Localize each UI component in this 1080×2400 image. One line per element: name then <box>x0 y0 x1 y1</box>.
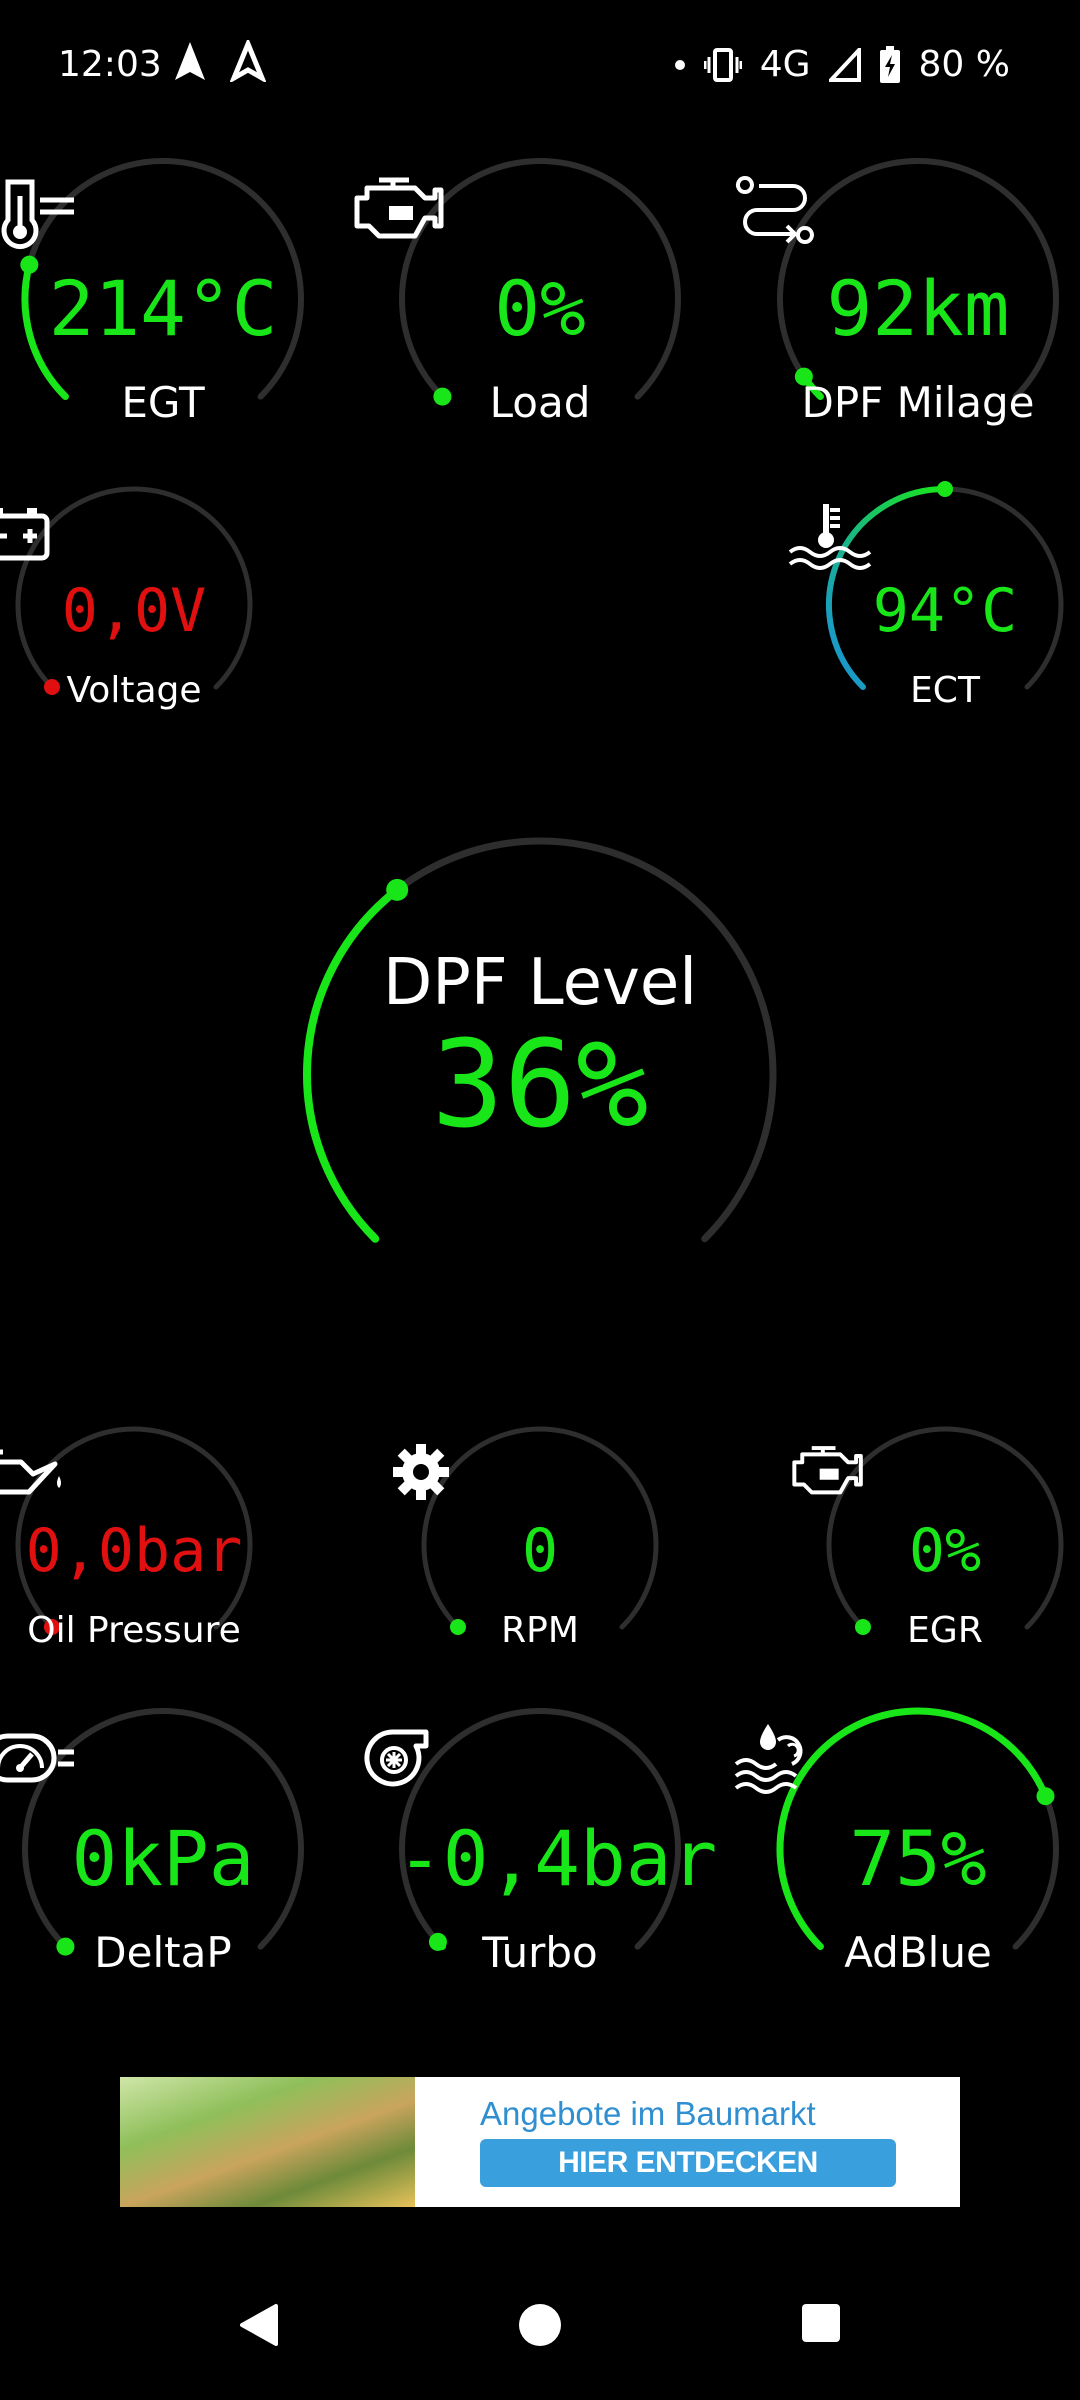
ect-value: 94°C <box>872 576 1018 646</box>
gauge-egt[interactable]: 214°C EGT <box>0 156 306 442</box>
egt-value: 214°C <box>48 264 278 353</box>
coolant-temp-icon <box>788 504 872 570</box>
gauge-load[interactable]: 0% Load <box>354 156 683 442</box>
voltage-label: Voltage <box>66 670 202 711</box>
gauge-rpm[interactable]: 0 RPM <box>393 1426 659 1664</box>
vibrate-icon <box>703 47 742 82</box>
adblue-value: 75% <box>849 1814 987 1903</box>
ad-title: Angebote im Baumarkt <box>480 2095 816 2132</box>
oil-can-icon <box>0 1449 61 1495</box>
ad-image <box>120 2077 415 2207</box>
rpm-label: RPM <box>501 1610 579 1651</box>
load-label: Load <box>489 378 591 427</box>
gauge-indicator-dot <box>937 481 953 497</box>
dpf-level-title: DPF Level <box>383 946 697 1020</box>
back-icon[interactable] <box>236 2302 280 2348</box>
signal-icon <box>828 47 861 82</box>
ad-banner[interactable]: Angebote im Baumarkt HIER ENTDECKEN <box>120 2077 960 2207</box>
gauge-oil-pressure[interactable]: 0,0bar Oil Pressure <box>0 1426 253 1664</box>
voltage-value: 0,0V <box>61 576 207 646</box>
turbo-label: Turbo <box>482 1928 598 1977</box>
load-value: 0% <box>494 264 586 353</box>
navigation-outline-icon <box>230 40 266 82</box>
thermometer-icon <box>0 179 74 250</box>
speedometer-icon <box>0 1733 74 1783</box>
deltap-value: 0kPa <box>71 1814 255 1903</box>
turbo-icon <box>364 1729 429 1787</box>
gauge-egr[interactable]: 0% EGR <box>792 1426 1064 1664</box>
egt-label: EGT <box>121 378 205 427</box>
gauge-ect[interactable]: 94°C ECT <box>788 481 1064 724</box>
gauge-indicator-dot <box>386 878 409 901</box>
gauge-turbo[interactable]: -0,4bar Turbo <box>364 1706 718 1992</box>
gear-icon <box>393 1444 449 1500</box>
battery-level: 80 % <box>918 44 1010 85</box>
adblue-label: AdBlue <box>844 1928 992 1977</box>
route-icon <box>735 176 814 244</box>
gauge-deltap[interactable]: 0kPa DeltaP <box>0 1706 306 1992</box>
engine-icon <box>792 1446 863 1495</box>
turbo-value: -0,4bar <box>397 1814 718 1903</box>
oil-pressure-label: Oil Pressure <box>27 1610 241 1651</box>
dpf-milage-label: DPF Milage <box>801 378 1035 427</box>
gauge-voltage[interactable]: 0,0V Voltage <box>0 486 253 724</box>
rpm-value: 0 <box>521 1516 559 1586</box>
battery-icon <box>879 45 900 83</box>
egr-label: EGR <box>907 1610 983 1651</box>
status-bar: 12:03 4G 80 % <box>0 0 1080 130</box>
battery-icon <box>0 508 50 561</box>
adblue-icon <box>734 1724 803 1794</box>
network-type: 4G <box>759 44 811 85</box>
status-right: 4G 80 % <box>674 44 1010 85</box>
deltap-label: DeltaP <box>94 1928 232 1977</box>
dpf-milage-value: 92km <box>826 264 1010 353</box>
gauge-dpf-milage[interactable]: 92km DPF Milage <box>735 156 1061 442</box>
gauge-dpf-level[interactable]: DPF Level 36% <box>303 837 777 1310</box>
oil-pressure-value: 0,0bar <box>25 1516 243 1586</box>
gauge-indicator-dot <box>1036 1787 1055 1806</box>
ect-label: ECT <box>910 670 980 711</box>
dpf-level-value: 36% <box>431 1016 649 1155</box>
engine-icon <box>354 177 444 239</box>
ad-cta-button[interactable]: HIER ENTDECKEN <box>480 2139 896 2187</box>
gauge-adblue[interactable]: 75% AdBlue <box>734 1706 1061 1992</box>
navigation-bar <box>0 2250 1080 2400</box>
egr-value: 0% <box>908 1516 982 1586</box>
recents-icon[interactable] <box>800 2302 842 2344</box>
home-icon[interactable] <box>517 2302 563 2348</box>
status-time: 12:03 <box>58 44 162 85</box>
navigation-icon <box>175 42 205 80</box>
dot-icon <box>674 59 685 70</box>
